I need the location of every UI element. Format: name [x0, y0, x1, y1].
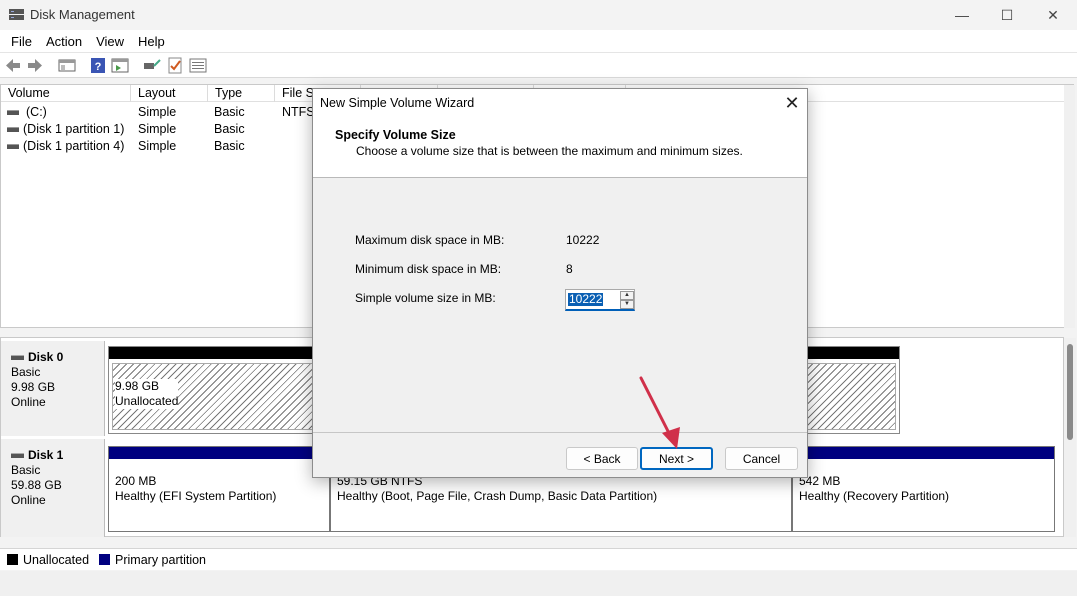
- max-space-value: 10222: [566, 233, 600, 247]
- wizard-subheading: Choose a volume size that is between the…: [356, 144, 743, 158]
- disk-size: 59.88 GB: [11, 478, 62, 492]
- disk-type: Basic: [11, 365, 41, 379]
- row-layout: Simple: [138, 122, 177, 136]
- help-icon[interactable]: ?: [89, 57, 107, 74]
- close-button[interactable]: ✕: [1030, 0, 1076, 30]
- spin-up-icon[interactable]: ▲: [620, 291, 634, 300]
- partition-status: Healthy (EFI System Partition): [115, 489, 277, 503]
- row-volume: (Disk 1 partition 4): [23, 139, 125, 153]
- min-space-label: Minimum disk space in MB:: [355, 262, 502, 276]
- cancel-button[interactable]: Cancel: [725, 447, 798, 470]
- volume-list-scrollbar[interactable]: [1064, 85, 1075, 328]
- legend-primary-partition: Primary partition: [115, 552, 207, 567]
- disk-name: Disk 0: [28, 350, 64, 364]
- row-volume: (Disk 1 partition 1): [23, 122, 125, 136]
- disk-1-partition-recovery[interactable]: 542 MB Healthy (Recovery Partition): [792, 446, 1055, 532]
- title-bar: Disk Management — ☐ ✕: [0, 0, 1077, 30]
- svg-text:?: ?: [95, 61, 102, 73]
- partition-size: 9.98 GB: [115, 379, 160, 393]
- menu-bar: File Action View Help: [0, 30, 1077, 52]
- volume-size-input[interactable]: 10222 ▲ ▼: [565, 289, 635, 311]
- legend-swatch-primary: [99, 554, 111, 565]
- partition-size: 200 MB: [115, 474, 157, 488]
- drive-icon: [7, 144, 19, 149]
- primary-partition-bar: [793, 447, 1054, 459]
- wizard-heading: Specify Volume Size: [335, 128, 456, 142]
- partition-status: Healthy (Boot, Page File, Crash Dump, Ba…: [337, 489, 658, 503]
- min-space-value: 8: [566, 262, 573, 276]
- forward-arrow-icon[interactable]: [26, 57, 44, 74]
- menu-view[interactable]: View: [89, 34, 131, 49]
- close-icon[interactable]: ✕: [781, 92, 803, 114]
- row-layout: Simple: [138, 139, 177, 153]
- legend: Unallocated Primary partition: [0, 548, 1077, 570]
- drive-icon: [7, 127, 19, 132]
- disk-status: Online: [11, 493, 46, 507]
- partition-status: Healthy (Recovery Partition): [799, 489, 950, 503]
- volume-size-label: Simple volume size in MB:: [355, 291, 496, 305]
- disk-1-partition-efi[interactable]: 200 MB Healthy (EFI System Partition): [108, 446, 330, 532]
- menu-action[interactable]: Action: [39, 34, 89, 49]
- maximize-button[interactable]: ☐: [984, 0, 1030, 30]
- new-simple-volume-wizard: New Simple Volume Wizard ✕ Specify Volum…: [312, 88, 808, 478]
- column-type[interactable]: Type: [208, 85, 275, 102]
- partition-info: 200 MB Healthy (EFI System Partition): [115, 474, 276, 504]
- back-arrow-icon[interactable]: [4, 57, 22, 74]
- partition-info: 9.98 GB Unallocated: [115, 379, 179, 409]
- legend-unallocated: Unallocated: [23, 552, 90, 567]
- partition-status: Unallocated: [115, 394, 179, 408]
- disk-size: 9.98 GB: [11, 380, 56, 394]
- disk-icon: [11, 355, 24, 361]
- properties-icon[interactable]: [111, 57, 129, 74]
- column-volume[interactable]: Volume: [1, 85, 131, 102]
- list-view-icon[interactable]: [189, 57, 207, 74]
- wizard-separator: [313, 432, 807, 433]
- partition-info: 542 MB Healthy (Recovery Partition): [799, 474, 949, 504]
- checklist-icon[interactable]: [166, 57, 184, 74]
- disk-type: Basic: [11, 463, 41, 477]
- status-bar: [0, 571, 1077, 596]
- scrollbar-thumb[interactable]: [1067, 344, 1073, 440]
- back-button[interactable]: < Back: [566, 447, 638, 470]
- window-title: Disk Management: [30, 7, 135, 22]
- next-button[interactable]: Next >: [640, 447, 713, 470]
- row-type: Basic: [214, 105, 245, 119]
- legend-swatch-unallocated: [7, 554, 18, 565]
- partition-info: 59.15 GB NTFS Healthy (Boot, Page File, …: [337, 474, 657, 504]
- row-type: Basic: [214, 122, 245, 136]
- console-tree-icon[interactable]: [58, 57, 76, 74]
- drive-icon: [7, 110, 19, 115]
- column-layout[interactable]: Layout: [131, 85, 208, 102]
- disk-status: Online: [11, 395, 46, 409]
- max-space-label: Maximum disk space in MB:: [355, 233, 505, 247]
- minimize-button[interactable]: —: [939, 0, 985, 30]
- primary-partition-bar: [109, 447, 329, 459]
- connect-icon[interactable]: [143, 57, 161, 74]
- wizard-header: Specify Volume Size Choose a volume size…: [313, 117, 807, 178]
- disk-management-icon: [9, 9, 24, 20]
- disk-1-label[interactable]: Disk 1 Basic 59.88 GB Online: [1, 439, 105, 537]
- menu-file[interactable]: File: [4, 34, 39, 49]
- disk-0-label[interactable]: Disk 0 Basic 9.98 GB Online: [1, 341, 105, 436]
- wizard-title-bar: New Simple Volume Wizard ✕: [313, 89, 807, 117]
- volume-size-value[interactable]: 10222: [568, 293, 604, 306]
- menu-help[interactable]: Help: [131, 34, 172, 49]
- disk-icon: [11, 453, 24, 459]
- wizard-title: New Simple Volume Wizard: [320, 96, 475, 110]
- row-type: Basic: [214, 139, 245, 153]
- spin-down-icon[interactable]: ▼: [620, 300, 634, 309]
- disk-name: Disk 1: [28, 448, 64, 462]
- row-layout: Simple: [138, 105, 177, 119]
- row-fs: NTFS: [282, 105, 315, 119]
- partition-size: 542 MB: [799, 474, 841, 488]
- toolbar: ?: [0, 52, 1077, 78]
- row-volume: (C:): [26, 105, 47, 119]
